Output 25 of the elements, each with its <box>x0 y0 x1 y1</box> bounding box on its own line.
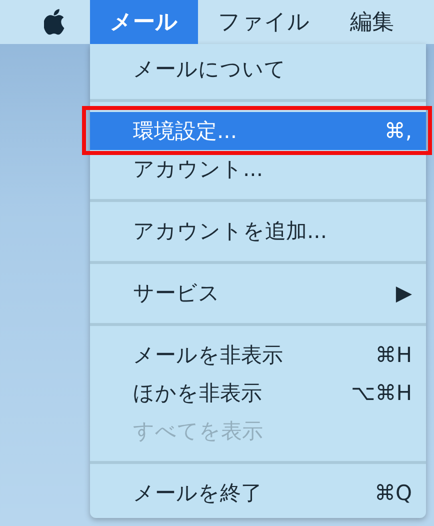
menu-item[interactable]: アカウント... <box>90 150 426 188</box>
shortcut-label: ⌘Q <box>374 481 412 505</box>
menu-item[interactable]: ほかを非表示 ⌥⌘H <box>90 374 426 412</box>
menu-item-label: メールについて <box>133 56 287 83</box>
submenu-arrow: ▶ <box>396 281 412 305</box>
menu-item-label: メールを終了 <box>133 480 263 507</box>
menu-bar-item[interactable]: ファイル <box>198 0 330 44</box>
menu-item[interactable]: メールについて <box>90 50 426 88</box>
menu-item[interactable]: アカウントを追加... <box>90 212 426 250</box>
menu-item-label: アカウントを追加... <box>133 218 328 245</box>
apple-icon[interactable] <box>44 9 66 35</box>
menu-item-label: アカウント... <box>133 156 264 183</box>
menu-item[interactable]: サービス ▶ <box>90 274 426 312</box>
menu-item-label: メールを非表示 <box>133 342 284 369</box>
shortcut-label: ⌘H <box>375 343 412 367</box>
menu-item[interactable]: メールを終了 ⌘Q <box>90 474 426 512</box>
menu-item-label: サービス <box>133 280 221 307</box>
menu-bar-item[interactable]: メール <box>90 0 198 44</box>
menu-item-label: ほかを非表示 <box>133 380 263 407</box>
menu-bar-item[interactable]: 編集 <box>330 0 414 44</box>
menu-item[interactable]: メールを非表示 ⌘H <box>90 336 426 374</box>
menu-item[interactable]: 環境設定... ⌘, <box>90 112 426 150</box>
shortcut-label: ⌥⌘H <box>351 381 412 405</box>
shortcut-label: ⌘, <box>384 119 412 143</box>
menu-item-label: 環境設定... <box>133 118 238 145</box>
